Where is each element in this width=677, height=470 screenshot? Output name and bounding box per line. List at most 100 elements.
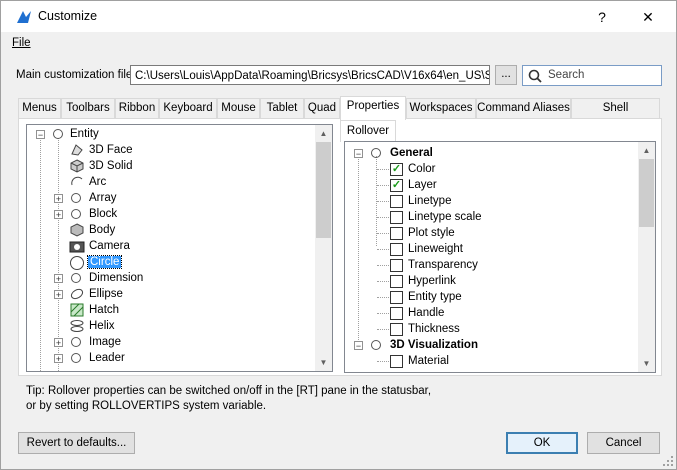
property-label: Layer: [408, 179, 437, 191]
circle-icon: [71, 273, 81, 283]
expand-leader-toggle[interactable]: +: [54, 354, 63, 364]
collapse-3d-visualization-toggle[interactable]: −: [354, 341, 363, 351]
search-placeholder: Search: [548, 69, 585, 81]
tree-item-hatch[interactable]: Hatch: [89, 302, 119, 318]
property-checkbox[interactable]: [390, 355, 403, 368]
tab-workspaces[interactable]: Workspaces: [406, 98, 476, 118]
tree-item-array[interactable]: Array: [89, 190, 116, 206]
scroll-up-arrow-icon[interactable]: ▲: [315, 125, 332, 142]
property-checkbox[interactable]: [390, 275, 403, 288]
tree-guide-line: [377, 297, 389, 298]
property-label: Hyperlink: [408, 275, 456, 287]
circle-icon: [371, 148, 381, 158]
arc-icon: [71, 176, 83, 186]
tree-item-dimension[interactable]: Dimension: [89, 270, 143, 286]
tree-item-body[interactable]: Body: [89, 222, 115, 238]
property-label: Plot style: [408, 227, 455, 239]
tab-menus[interactable]: Menus: [18, 98, 61, 118]
expand-ellipse-toggle[interactable]: +: [54, 290, 63, 300]
expand-block-toggle[interactable]: +: [54, 210, 63, 220]
browse-button[interactable]: ...: [495, 65, 517, 85]
entity-tree[interactable]: − Entity 3D Face 3D Solid Arc + Array + …: [26, 124, 333, 372]
tree-item-3d-face[interactable]: 3D Face: [89, 142, 132, 158]
tree-scroll-thumb[interactable]: [316, 142, 331, 238]
body-icon: [70, 223, 84, 237]
property-checkbox[interactable]: ✓: [390, 179, 403, 192]
props-scrollbar[interactable]: ▲ ▼: [638, 142, 655, 372]
tab-toolbars[interactable]: Toolbars: [61, 98, 115, 118]
scroll-down-arrow-icon[interactable]: ▼: [638, 355, 655, 372]
window-title: Customize: [38, 9, 98, 23]
property-checkbox[interactable]: [390, 259, 403, 272]
expand-array-toggle[interactable]: +: [54, 194, 63, 204]
tab-keyboard[interactable]: Keyboard: [159, 98, 217, 118]
ellipse-icon: [70, 288, 84, 300]
search-icon: [528, 69, 542, 83]
property-checkbox[interactable]: [390, 243, 403, 256]
property-checkbox[interactable]: [390, 227, 403, 240]
3d-solid-icon: [70, 159, 84, 173]
tree-item-camera[interactable]: Camera: [89, 238, 130, 254]
property-label: Color: [408, 163, 436, 175]
tab-quad[interactable]: Quad: [304, 98, 340, 118]
tree-item-leader[interactable]: Leader: [89, 350, 125, 366]
tree-item-block[interactable]: Block: [89, 206, 117, 222]
tree-scrollbar[interactable]: ▲ ▼: [315, 125, 332, 371]
tree-item-circle[interactable]: Circle: [86, 254, 123, 270]
helix-icon: [70, 320, 84, 332]
revert-to-defaults-button[interactable]: Revert to defaults...: [18, 432, 135, 454]
group-general[interactable]: General: [390, 145, 433, 161]
circle-icon: [71, 209, 81, 219]
menu-file[interactable]: File: [12, 37, 31, 49]
tree-item-arc[interactable]: Arc: [89, 174, 106, 190]
scroll-down-arrow-icon[interactable]: ▼: [315, 354, 332, 371]
tree-guide-line: [377, 329, 389, 330]
tab-mouse[interactable]: Mouse: [217, 98, 260, 118]
property-checkbox[interactable]: [390, 307, 403, 320]
collapse-entity-toggle[interactable]: −: [36, 130, 45, 140]
close-button[interactable]: ✕: [634, 5, 662, 29]
props-scroll-thumb[interactable]: [639, 159, 654, 227]
cancel-button[interactable]: Cancel: [587, 432, 660, 454]
property-checkbox[interactable]: [390, 211, 403, 224]
help-button[interactable]: ?: [588, 5, 616, 29]
circle-icon: [71, 193, 81, 203]
property-checkbox[interactable]: [390, 291, 403, 304]
tree-item-3d-solid[interactable]: 3D Solid: [89, 158, 132, 174]
tip-line-2: or by setting ROLLOVERTIPS system variab…: [26, 400, 267, 412]
expand-dimension-toggle[interactable]: +: [54, 274, 63, 284]
property-label: Linetype: [408, 195, 452, 207]
resize-grip-icon[interactable]: [662, 455, 674, 467]
property-label: Lineweight: [408, 243, 463, 255]
circle-icon: [71, 337, 81, 347]
tree-item-helix[interactable]: Helix: [89, 318, 115, 334]
collapse-general-toggle[interactable]: −: [354, 149, 363, 159]
tab-tablet[interactable]: Tablet: [260, 98, 304, 118]
tab-shell-commands[interactable]: Shell Commands: [571, 98, 660, 133]
tree-guide-line: [58, 138, 59, 371]
group-3d-visualization[interactable]: 3D Visualization: [390, 337, 478, 353]
tree-guide-line: [377, 201, 389, 202]
tree-item-ellipse[interactable]: Ellipse: [89, 286, 123, 302]
tree-item-entity[interactable]: Entity: [70, 126, 99, 142]
scroll-up-arrow-icon[interactable]: ▲: [638, 142, 655, 159]
hatch-icon: [70, 303, 84, 317]
circle-icon: [71, 353, 81, 363]
tip-line-1: Tip: Rollover properties can be switched…: [26, 385, 432, 397]
expand-image-toggle[interactable]: +: [54, 338, 63, 348]
tree-item-circle-label[interactable]: Circle: [86, 255, 123, 269]
property-checkbox[interactable]: [390, 323, 403, 336]
tab-rollover[interactable]: Rollover: [340, 120, 396, 142]
rollover-properties-tree[interactable]: − General ✓ Color ✓ Layer Linetype Linetype s…: [344, 141, 656, 373]
ok-button[interactable]: OK: [506, 432, 578, 454]
tab-command-aliases[interactable]: Command Aliases: [476, 98, 571, 118]
tab-ribbon[interactable]: Ribbon: [115, 98, 159, 118]
search-input[interactable]: Search: [522, 65, 662, 86]
property-checkbox[interactable]: ✓: [390, 163, 403, 176]
main-file-path-field[interactable]: C:\Users\Louis\AppData\Roaming\Bricsys\B…: [130, 65, 490, 85]
tree-item-image[interactable]: Image: [89, 334, 121, 350]
tree-guide-line: [40, 138, 41, 371]
circle-icon: [371, 340, 381, 350]
property-checkbox[interactable]: [390, 195, 403, 208]
tab-properties[interactable]: Properties: [340, 96, 406, 120]
